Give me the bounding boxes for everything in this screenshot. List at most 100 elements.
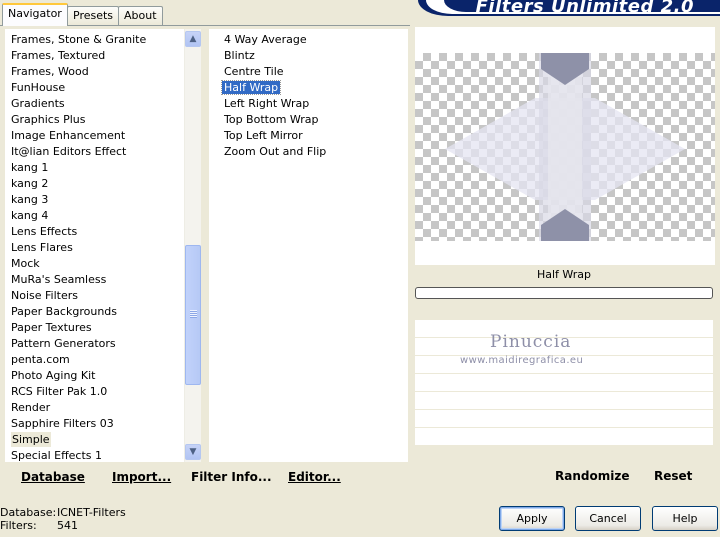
category-item[interactable]: Lens Flares: [5, 240, 201, 256]
filter-item[interactable]: Top Bottom Wrap: [209, 112, 408, 128]
category-item-label: kang 1: [11, 161, 49, 174]
preview-area: [415, 27, 715, 265]
category-item-label: Noise Filters: [11, 289, 78, 302]
half-wrap-preview-graphic: [445, 53, 685, 241]
parameter-row: [415, 374, 713, 392]
category-item-label: Paper Backgrounds: [11, 305, 118, 318]
category-item-label: It@lian Editors Effect: [11, 145, 127, 158]
category-item-label: Lens Effects: [11, 225, 78, 238]
category-scrollbar[interactable]: ▲ ▼: [184, 29, 201, 462]
category-item-label: Mock: [11, 257, 40, 270]
category-item[interactable]: Special Effects 1: [5, 448, 201, 464]
scroll-down-button[interactable]: ▼: [185, 444, 201, 460]
category-item[interactable]: Frames, Wood: [5, 64, 201, 80]
tab-navigator[interactable]: Navigator: [2, 3, 68, 26]
category-item-label: Frames, Wood: [11, 65, 89, 78]
category-item[interactable]: Render: [5, 400, 201, 416]
parameter-row: [415, 392, 713, 410]
category-item[interactable]: kang 2: [5, 176, 201, 192]
filter-item-label: Top Left Mirror: [224, 129, 303, 142]
category-item[interactable]: Sapphire Filters 03: [5, 416, 201, 432]
filter-item-label: Blintz: [224, 49, 255, 62]
preview-filter-name: Half Wrap: [536, 268, 592, 281]
category-item-label: Lens Flares: [11, 241, 73, 254]
category-item-label: Frames, Textured: [11, 49, 106, 62]
category-item-label: Photo Aging Kit: [11, 369, 96, 382]
filter-item[interactable]: Left Right Wrap: [209, 96, 408, 112]
navigator-panel: Frames, Stone & Granite Frames, Textured F…: [5, 27, 410, 492]
filter-item[interactable]: Blintz: [209, 48, 408, 64]
category-item-label: Render: [11, 401, 51, 414]
preview-buttons: Randomize Reset: [415, 463, 715, 489]
filters-label: Filters:: [0, 519, 37, 532]
category-item[interactable]: Paper Textures: [5, 320, 201, 336]
editor-button[interactable]: Editor...: [288, 470, 341, 484]
category-item[interactable]: Simple: [5, 432, 201, 448]
category-item[interactable]: MuRa's Seamless: [5, 272, 201, 288]
watermark-name: Pinuccia: [490, 332, 572, 352]
randomize-button[interactable]: Randomize: [555, 469, 629, 483]
category-item[interactable]: FunHouse: [5, 80, 201, 96]
database-button[interactable]: Database: [21, 470, 85, 484]
filter-item[interactable]: 4 Way Average: [209, 32, 408, 48]
category-item[interactable]: Frames, Textured: [5, 48, 201, 64]
filters-count: 541: [57, 519, 78, 532]
category-item[interactable]: Pattern Generators: [5, 336, 201, 352]
tab-presets[interactable]: Presets: [67, 6, 120, 25]
category-item[interactable]: Noise Filters: [5, 288, 201, 304]
category-items: Frames, Stone & Granite Frames, Textured F…: [5, 29, 201, 464]
category-item-label: MuRa's Seamless: [11, 273, 107, 286]
category-item[interactable]: kang 1: [5, 160, 201, 176]
category-item[interactable]: Mock: [5, 256, 201, 272]
filter-item[interactable]: Half Wrap: [209, 80, 408, 96]
import-button[interactable]: Import...: [112, 470, 171, 484]
database-label: Database:: [0, 506, 57, 519]
filter-item[interactable]: Top Left Mirror: [209, 128, 408, 144]
cancel-button[interactable]: Cancel: [575, 506, 641, 531]
category-item-label: kang 3: [11, 193, 49, 206]
filter-item-label: 4 Way Average: [224, 33, 307, 46]
category-item[interactable]: Image Enhancement: [5, 128, 201, 144]
category-item[interactable]: kang 4: [5, 208, 201, 224]
filter-item-label: Top Bottom Wrap: [224, 113, 319, 126]
category-item-label: Frames, Stone & Granite: [11, 33, 147, 46]
filter-item[interactable]: Zoom Out and Flip: [209, 144, 408, 160]
category-item-label: Gradients: [11, 97, 65, 110]
app-title: Filters Unlimited 2.0: [475, 0, 694, 16]
category-item[interactable]: Paper Backgrounds: [5, 304, 201, 320]
scroll-up-button[interactable]: ▲: [185, 31, 201, 47]
help-button[interactable]: Help: [652, 506, 718, 531]
tab-strip: Navigator Presets About: [0, 0, 410, 27]
category-item-label: Simple: [11, 432, 51, 447]
filter-list[interactable]: 4 Way Average Blintz Centre Tile Half Wrap L…: [209, 29, 408, 462]
category-item[interactable]: Frames, Stone & Granite: [5, 32, 201, 48]
reset-button[interactable]: Reset: [654, 469, 692, 483]
category-item[interactable]: Lens Effects: [5, 224, 201, 240]
category-item-label: Pattern Generators: [11, 337, 116, 350]
preview-image: [415, 53, 715, 241]
category-item[interactable]: It@lian Editors Effect: [5, 144, 201, 160]
category-list[interactable]: Frames, Stone & Granite Frames, Textured F…: [5, 29, 201, 462]
category-item[interactable]: penta.com: [5, 352, 201, 368]
apply-button[interactable]: Apply: [499, 506, 565, 531]
scroll-thumb[interactable]: [185, 245, 201, 385]
category-item[interactable]: RCS Filter Pak 1.0: [5, 384, 201, 400]
category-item-label: Paper Textures: [11, 321, 92, 334]
category-item-label: Image Enhancement: [11, 129, 126, 142]
filter-item-label: Zoom Out and Flip: [224, 145, 327, 158]
category-item-label: Special Effects 1: [11, 449, 103, 462]
category-item-label: FunHouse: [11, 81, 66, 94]
category-item[interactable]: Photo Aging Kit: [5, 368, 201, 384]
app-banner: Filters Unlimited 2.0: [418, 0, 720, 16]
category-item[interactable]: Graphics Plus: [5, 112, 201, 128]
filter-items: 4 Way Average Blintz Centre Tile Half Wrap L…: [209, 29, 408, 160]
filter-item[interactable]: Centre Tile: [209, 64, 408, 80]
filter-info-button[interactable]: Filter Info...: [191, 470, 272, 484]
database-value: ICNET-Filters: [57, 506, 126, 519]
category-item-label: Sapphire Filters 03: [11, 417, 114, 430]
category-item-label: kang 4: [11, 209, 49, 222]
category-item-label: penta.com: [11, 353, 70, 366]
category-item[interactable]: kang 3: [5, 192, 201, 208]
category-item[interactable]: Gradients: [5, 96, 201, 112]
tab-about[interactable]: About: [118, 6, 163, 25]
